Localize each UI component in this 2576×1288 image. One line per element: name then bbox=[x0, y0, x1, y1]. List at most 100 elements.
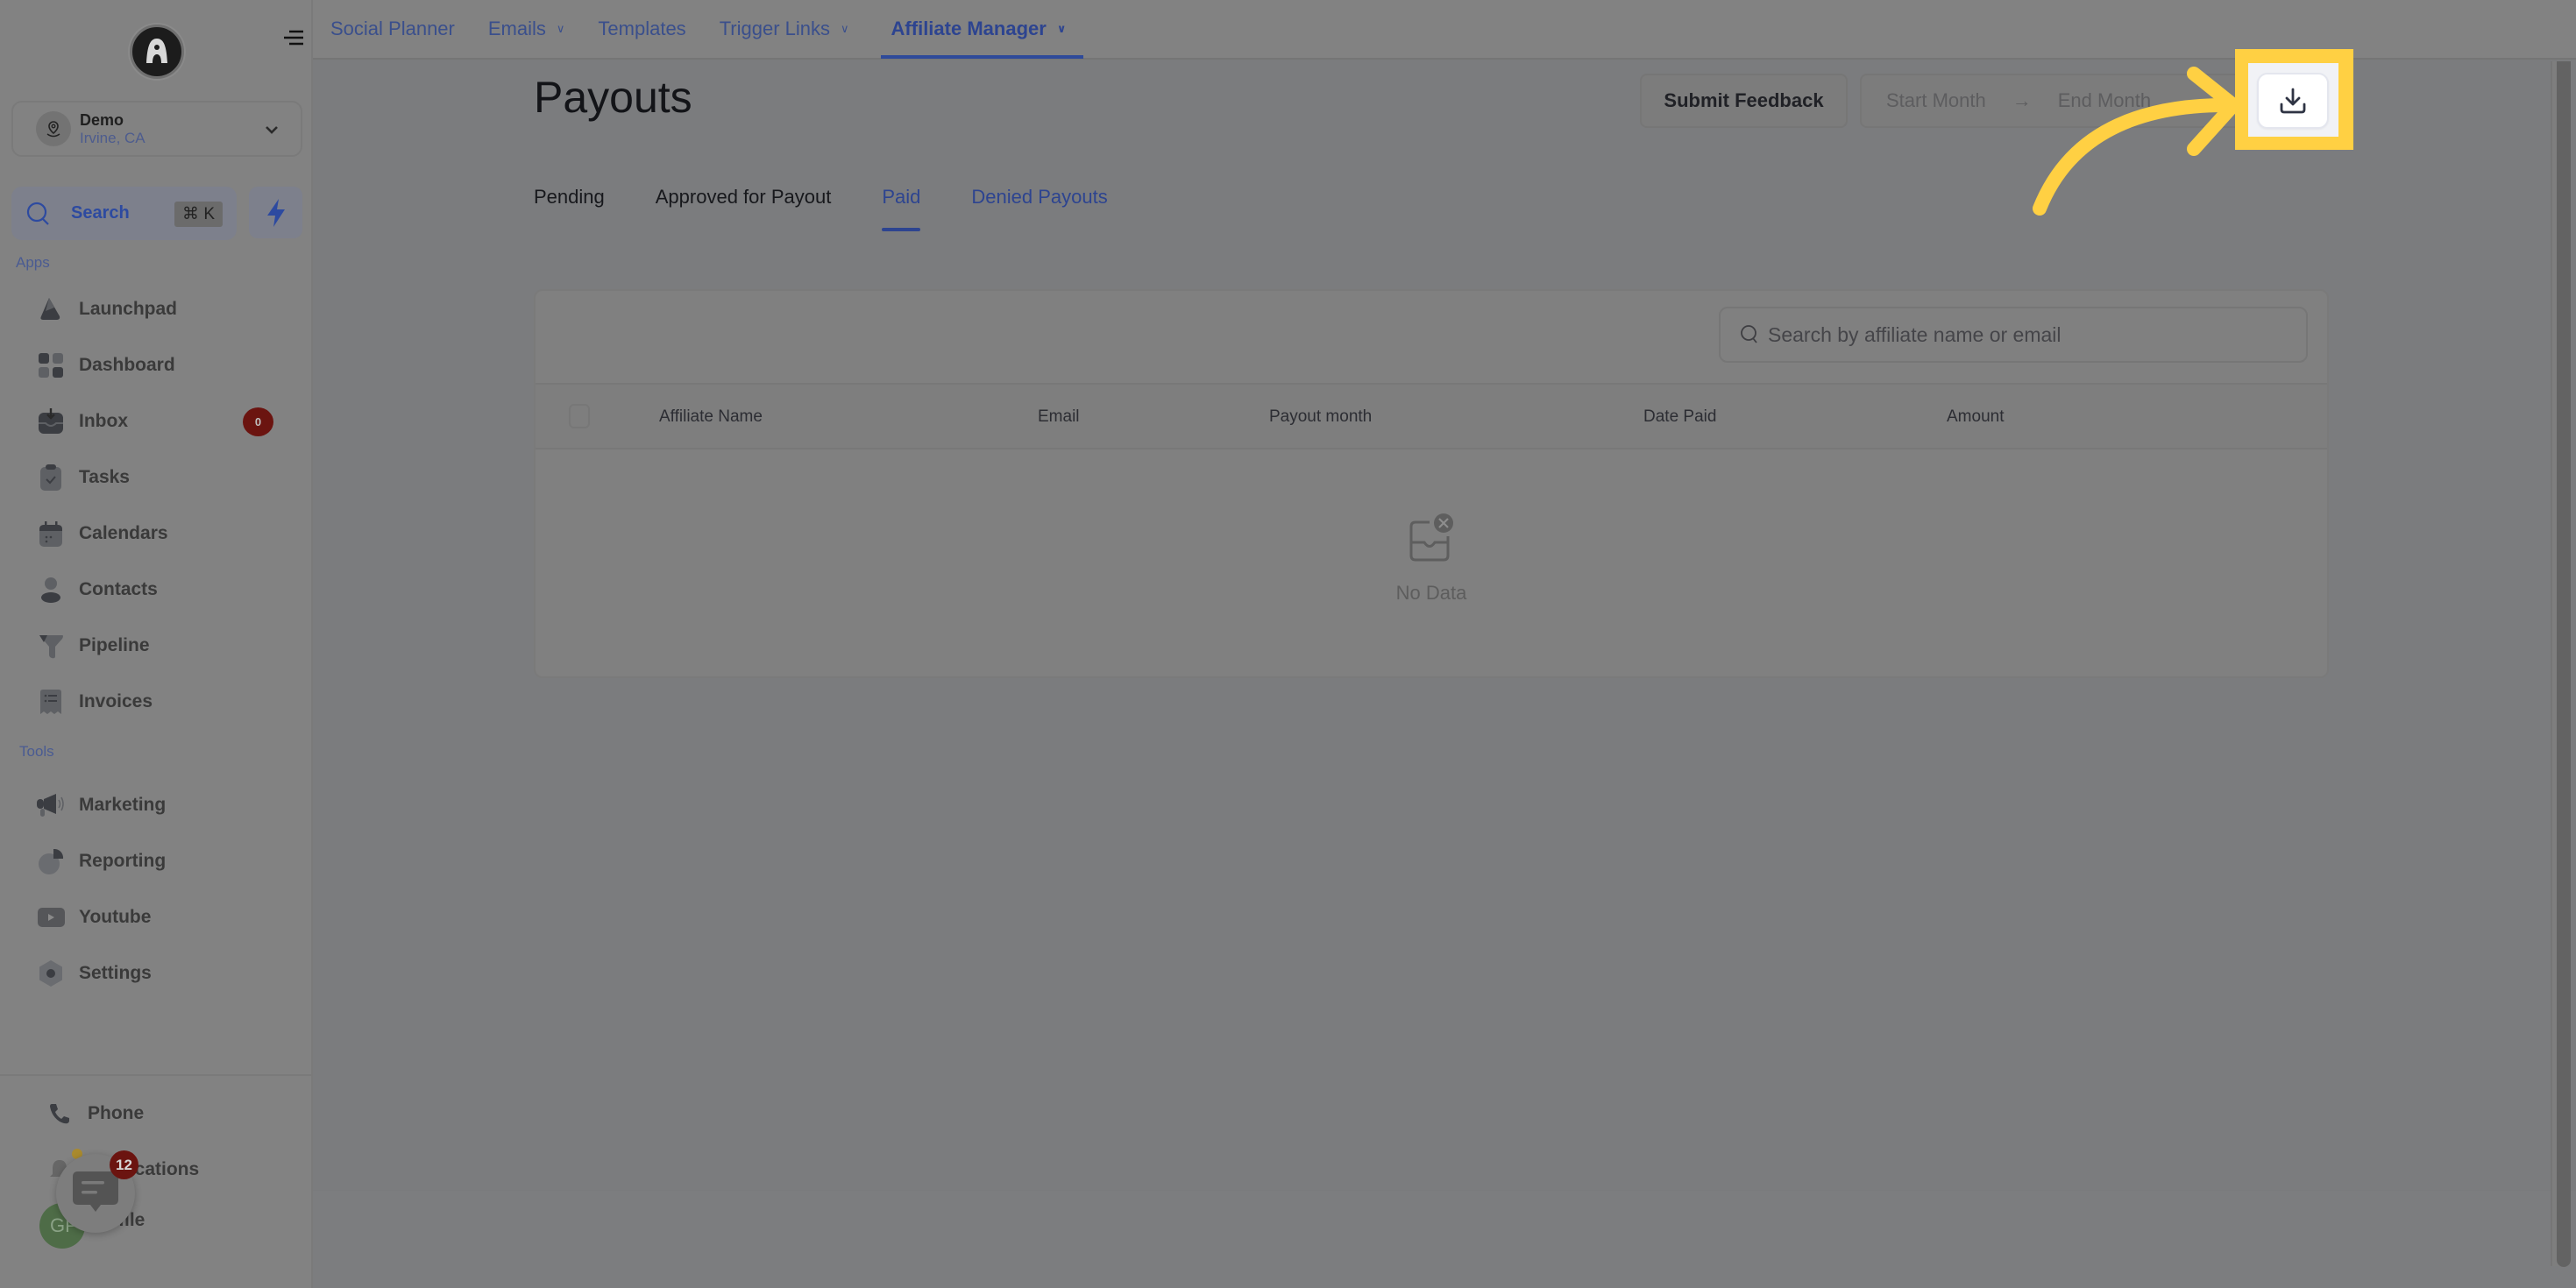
topnav-label: Templates bbox=[598, 18, 686, 39]
sidebar-item-tasks[interactable]: Tasks bbox=[35, 458, 289, 497]
search-icon bbox=[1741, 325, 1757, 343]
location-pin-icon bbox=[36, 111, 71, 146]
submit-feedback-button[interactable]: Submit Feedback bbox=[1640, 74, 1848, 128]
sidebar-item-label: Calendars bbox=[79, 523, 168, 543]
sidebar-item-reporting[interactable]: Reporting bbox=[35, 842, 289, 881]
phone-icon bbox=[44, 1098, 75, 1129]
topnav-label: Social Planner bbox=[330, 18, 455, 39]
brand-logo[interactable] bbox=[130, 25, 184, 79]
sidebar-item-inbox[interactable]: Inbox 0 bbox=[35, 402, 289, 441]
location-name: Demo bbox=[80, 110, 124, 129]
sidebar-item-contacts[interactable]: Contacts bbox=[35, 570, 289, 609]
topnav-templates[interactable]: Templates bbox=[598, 0, 685, 59]
tab-approved-for-payout[interactable]: Approved for Payout bbox=[656, 186, 832, 235]
start-month-input[interactable]: Start Month bbox=[1886, 89, 1986, 112]
grid-icon bbox=[35, 350, 67, 381]
sidebar-collapse-button[interactable] bbox=[282, 26, 305, 49]
topnav-social-planner[interactable]: Social Planner bbox=[330, 0, 455, 59]
sidebar-item-label: Tasks bbox=[79, 467, 130, 487]
download-icon bbox=[2280, 88, 2306, 114]
column-header-payout-month[interactable]: Payout month bbox=[1269, 407, 1372, 427]
rocket-icon bbox=[35, 294, 67, 325]
sidebar-item-label: Contacts bbox=[79, 579, 158, 599]
sidebar: Demo Irvine, CA Search ⌘ K Apps Launchpa… bbox=[0, 0, 313, 1288]
download-export-button[interactable] bbox=[2257, 73, 2329, 129]
youtube-icon bbox=[35, 902, 67, 933]
sidebar-item-label: Reporting bbox=[79, 851, 167, 871]
chevron-down-icon bbox=[266, 126, 278, 134]
funnel-icon bbox=[35, 630, 67, 662]
column-header-date-paid[interactable]: Date Paid bbox=[1643, 407, 1716, 427]
sidebar-divider bbox=[0, 1074, 311, 1076]
topnav-label: Trigger Links bbox=[719, 18, 831, 39]
sidebar-item-label: Settings bbox=[79, 963, 152, 983]
sidebar-item-label: Launchpad bbox=[79, 299, 178, 319]
person-icon bbox=[35, 574, 67, 605]
pie-chart-icon bbox=[35, 846, 67, 877]
sidebar-item-dashboard[interactable]: Dashboard bbox=[35, 346, 289, 385]
column-header-amount[interactable]: Amount bbox=[1947, 407, 2004, 427]
location-city: Irvine, CA bbox=[80, 129, 145, 146]
arrow-right-icon: → bbox=[2012, 89, 2032, 111]
affiliate-search-field[interactable] bbox=[1719, 307, 2308, 363]
sidebar-item-label: Dashboard bbox=[79, 355, 175, 375]
calendar-icon bbox=[35, 518, 67, 549]
table-header: Affiliate Name Email Payout month Date P… bbox=[536, 383, 2327, 449]
location-switcher[interactable]: Demo Irvine, CA bbox=[11, 101, 302, 157]
quick-actions-button[interactable] bbox=[249, 187, 302, 238]
logo-a-icon bbox=[146, 39, 167, 63]
settings-icon bbox=[35, 958, 67, 989]
chevron-down-icon: ∨ bbox=[1056, 22, 1067, 35]
column-header-email[interactable]: Email bbox=[1038, 407, 1080, 427]
topnav-affiliate-manager[interactable]: Affiliate Manager ∨ bbox=[880, 0, 1084, 59]
sidebar-item-label: Youtube bbox=[79, 907, 152, 927]
section-label-tools: Tools bbox=[19, 743, 54, 760]
page-footer-area bbox=[313, 1190, 2576, 1288]
tab-denied-payouts[interactable]: Denied Payouts bbox=[971, 186, 1107, 235]
affiliate-search-input[interactable] bbox=[1768, 322, 2276, 347]
sidebar-item-phone[interactable]: Phone bbox=[44, 1094, 298, 1133]
sidebar-item-marketing[interactable]: Marketing bbox=[35, 786, 289, 824]
sidebar-search-button[interactable]: Search ⌘ K bbox=[11, 187, 237, 240]
lightning-bolt-icon bbox=[266, 198, 285, 227]
search-label: Search bbox=[71, 203, 130, 223]
topnav-label: Affiliate Manager bbox=[891, 18, 1047, 39]
sidebar-item-pipeline[interactable]: Pipeline bbox=[35, 626, 289, 665]
chevron-down-icon: ∨ bbox=[841, 22, 849, 35]
payout-tabs: Pending Approved for Payout Paid Denied … bbox=[534, 186, 1159, 235]
inbox-icon bbox=[35, 406, 67, 437]
sidebar-item-label: Inbox bbox=[79, 411, 128, 431]
payouts-table-card: Affiliate Name Email Payout month Date P… bbox=[534, 289, 2329, 678]
sidebar-item-launchpad[interactable]: Launchpad bbox=[35, 290, 289, 329]
page-scrollbar-thumb[interactable] bbox=[2557, 61, 2571, 1267]
column-header-affiliate-name[interactable]: Affiliate Name bbox=[659, 407, 763, 427]
tab-paid[interactable]: Paid bbox=[882, 186, 921, 235]
search-icon bbox=[26, 202, 49, 225]
sidebar-item-label: Pipeline bbox=[79, 635, 150, 655]
receipt-icon bbox=[35, 686, 67, 718]
topnav-label: Emails bbox=[487, 18, 546, 39]
chat-unread-badge: 12 bbox=[110, 1150, 138, 1179]
clipboard-check-icon bbox=[35, 462, 67, 493]
sidebar-item-calendars[interactable]: Calendars bbox=[35, 514, 289, 553]
topnav-emails[interactable]: Emails ∨ bbox=[488, 0, 565, 59]
tab-pending[interactable]: Pending bbox=[534, 186, 605, 235]
megaphone-icon bbox=[35, 789, 67, 821]
sidebar-item-settings[interactable]: Settings bbox=[35, 954, 289, 993]
section-label-apps: Apps bbox=[16, 254, 50, 271]
empty-state: No Data bbox=[536, 510, 2327, 605]
chevron-down-icon: ∨ bbox=[556, 22, 565, 35]
select-all-checkbox[interactable] bbox=[569, 404, 590, 428]
sidebar-item-label: Invoices bbox=[79, 691, 153, 711]
sidebar-item-youtube[interactable]: Youtube bbox=[35, 898, 289, 937]
search-shortcut: ⌘ K bbox=[174, 202, 223, 227]
sidebar-item-invoices[interactable]: Invoices bbox=[35, 683, 289, 721]
inbox-count-badge: 0 bbox=[243, 407, 273, 436]
end-month-input[interactable]: End Month bbox=[2058, 89, 2151, 112]
topnav-trigger-links[interactable]: Trigger Links ∨ bbox=[720, 0, 849, 59]
menu-collapse-icon bbox=[284, 30, 303, 46]
page-title: Payouts bbox=[534, 73, 692, 122]
sidebar-item-label: Marketing bbox=[79, 795, 167, 815]
empty-inbox-icon bbox=[1409, 513, 1453, 562]
month-range-picker[interactable]: Start Month → End Month bbox=[1860, 74, 2246, 128]
